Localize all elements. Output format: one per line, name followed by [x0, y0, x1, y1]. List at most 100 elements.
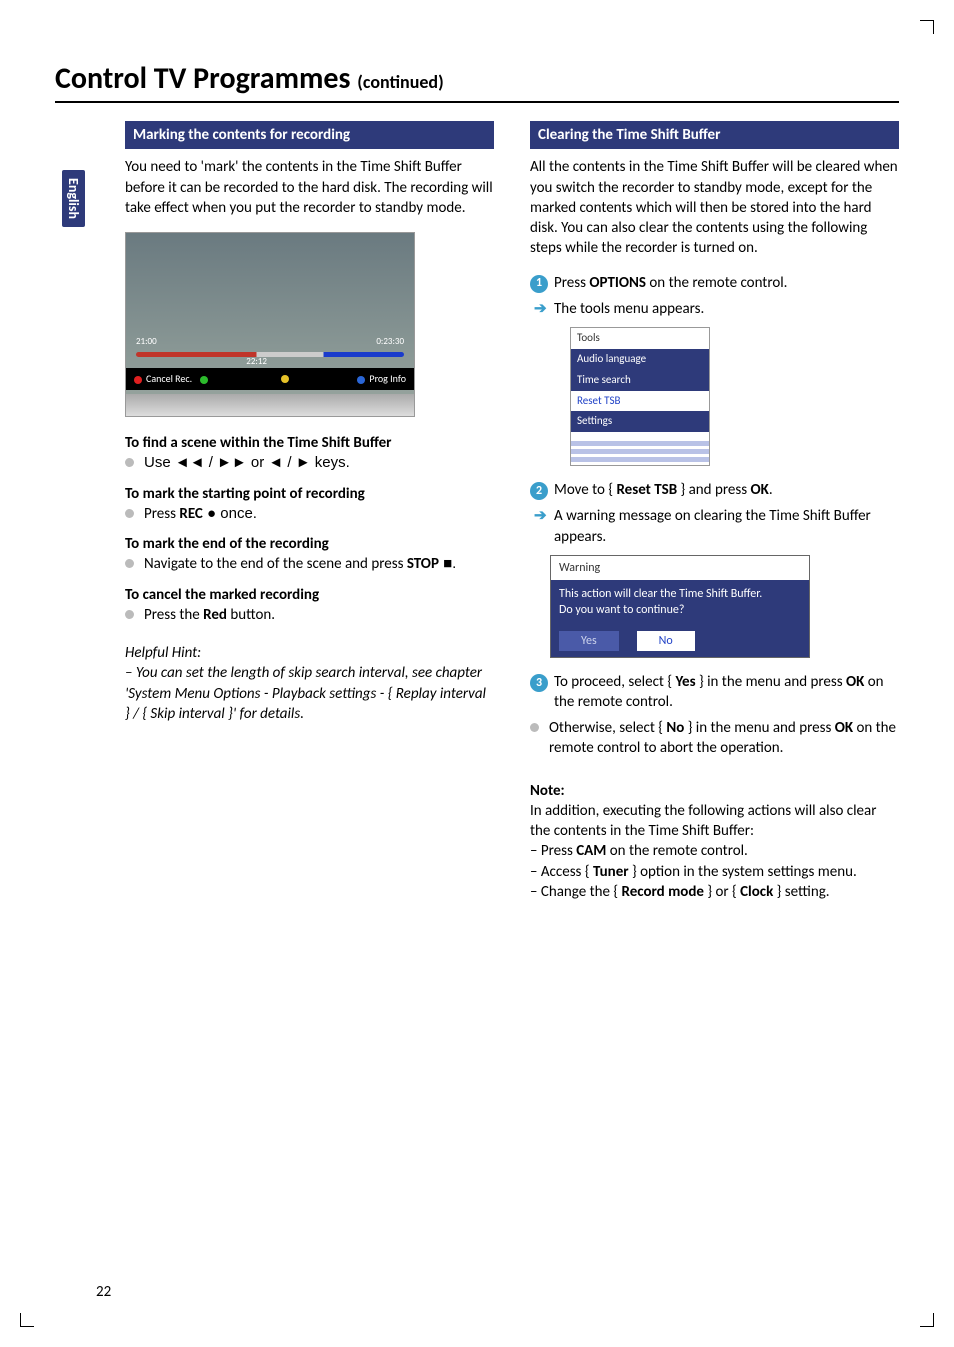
stop-button-label: STOP	[407, 555, 439, 573]
cancel-pre: Press the	[144, 606, 203, 624]
warning-line1: This action will clear the Time Shift Bu…	[559, 586, 801, 602]
ok-button-label-2: OK	[846, 673, 864, 691]
red-dot-icon	[134, 376, 142, 384]
find-scene-text: Use ◄◄ / ►► or ◄ / ► keys.	[144, 453, 350, 473]
mark-end-bullet: Navigate to the end of the scene and pre…	[125, 554, 494, 574]
note1-post: on the remote control.	[606, 842, 747, 860]
ok-button-label: OK	[750, 481, 768, 499]
step2-pre: Move to {	[554, 481, 616, 499]
warning-title: Warning	[551, 556, 809, 580]
page: Control TV Programmes (continued) Englis…	[0, 0, 954, 1347]
bullet-icon	[125, 458, 134, 467]
note1-pre: – Press	[530, 842, 576, 860]
tools-menu: Tools Audio language Time search Reset T…	[570, 327, 710, 466]
blue-dot-icon	[357, 376, 365, 384]
step-badge-3: 3	[530, 674, 548, 692]
warning-body: This action will clear the Time Shift Bu…	[551, 580, 809, 624]
step3-pre: To proceed, select {	[554, 673, 675, 691]
mark-start-heading: To mark the starting point of recording	[125, 484, 494, 504]
step-badge-2: 2	[530, 482, 548, 500]
left-intro: You need to 'mark' the contents in the T…	[125, 157, 494, 218]
bar-right-text: Prog Info	[369, 372, 406, 385]
columns: Marking the contents for recording You n…	[125, 121, 899, 902]
note2-post: } option in the system settings menu.	[629, 863, 857, 881]
step2-post: .	[769, 481, 773, 499]
ok-button-label-3: OK	[835, 719, 853, 737]
step-2-text: Move to { Reset TSB } and press OK.	[554, 480, 773, 500]
tools-item-timesearch: Time search	[571, 370, 709, 391]
hint-label: Helpful Hint:	[125, 643, 494, 663]
green-dot-icon	[200, 376, 208, 384]
tools-item-audio: Audio language	[571, 349, 709, 370]
hint-body: – You can set the length of skip search …	[125, 663, 494, 724]
cancel-text: Press the Red button.	[144, 605, 275, 625]
note-line-1: – Press CAM on the remote control.	[530, 841, 899, 861]
note3-pre: – Change the {	[530, 883, 621, 901]
bar-left-text: Cancel Rec.	[146, 372, 192, 385]
reset-tsb-option: Reset TSB	[616, 481, 677, 499]
mark-start-bullet: Press REC ● once.	[125, 504, 494, 524]
mark-start-text: Press REC ● once.	[144, 504, 257, 524]
left-column: Marking the contents for recording You n…	[125, 121, 494, 902]
tools-title: Tools	[571, 328, 709, 349]
timeline-track	[136, 352, 404, 357]
language-tab: English	[62, 170, 85, 227]
bullet-icon	[125, 559, 134, 568]
options-button-label: OPTIONS	[589, 274, 646, 292]
bullet-icon	[125, 610, 134, 619]
yellow-dot-icon	[281, 375, 289, 383]
note-label: Note:	[530, 781, 899, 801]
timeline-right-label: 0:23:30	[376, 336, 404, 348]
tv-screenshot: 21:00 0:23:30 22:12 Cancel Rec. Prog Inf…	[125, 232, 415, 417]
note2-pre: – Access {	[530, 863, 593, 881]
step-2: 2 Move to { Reset TSB } and press OK.	[530, 480, 899, 500]
note-line-2: – Access { Tuner } option in the system …	[530, 862, 899, 882]
step-1-result: The tools menu appears.	[530, 299, 899, 319]
crop-mark-br	[920, 1313, 934, 1327]
crop-mark-bl	[20, 1313, 34, 1327]
warning-yes-button[interactable]: Yes	[559, 631, 619, 651]
timeline-center-label: 22:12	[246, 356, 267, 368]
note-label-text: Note:	[530, 782, 565, 800]
step-2-result: A warning message on clearing the Time S…	[530, 506, 899, 547]
screenshot-bottom-bar: Cancel Rec. Prog Info	[126, 368, 414, 390]
yes-option: Yes	[675, 673, 695, 691]
warning-buttons: Yes No	[551, 625, 809, 657]
warning-no-button[interactable]: No	[637, 631, 695, 651]
find-scene-bullet: Use ◄◄ / ►► or ◄ / ► keys.	[125, 453, 494, 473]
page-title: Control TV Programmes (continued)	[55, 60, 899, 103]
clock-option: Clock	[740, 883, 773, 901]
tools-item-settings: Settings	[571, 411, 709, 432]
red-button-label: Red	[203, 606, 227, 624]
note-intro: In addition, executing the following act…	[530, 801, 899, 842]
mark-start-post: ● once.	[203, 505, 257, 522]
right-section-header: Clearing the Time Shift Buffer	[530, 121, 899, 149]
mark-end-text: Navigate to the end of the scene and pre…	[144, 554, 456, 574]
crop-mark-tr	[920, 20, 934, 34]
rec-button-label: REC	[179, 505, 202, 523]
screenshot-glare	[126, 394, 414, 416]
cancel-bullet: Press the Red button.	[125, 605, 494, 625]
timeline: 21:00 0:23:30 22:12	[136, 346, 404, 364]
note3-post: } setting.	[773, 883, 829, 901]
tools-item-resettsb: Reset TSB	[571, 391, 709, 412]
right-column: Clearing the Time Shift Buffer All the c…	[530, 121, 899, 902]
title-main: Control TV Programmes	[55, 60, 357, 97]
tools-empty-bars	[571, 441, 709, 462]
otherwise-bullet: Otherwise, select { No } in the menu and…	[530, 718, 899, 759]
page-number: 22	[96, 1283, 111, 1301]
step-3-text: To proceed, select { Yes } in the menu a…	[554, 672, 899, 713]
step-1-text: Press OPTIONS on the remote control.	[554, 273, 787, 293]
step1-post: on the remote control.	[646, 274, 787, 292]
find-scene-heading: To find a scene within the Time Shift Bu…	[125, 433, 494, 453]
note3-mid: } or {	[704, 883, 740, 901]
bar-left-group: Cancel Rec.	[134, 372, 212, 386]
cam-button-label: CAM	[576, 842, 606, 860]
record-mode-option: Record mode	[621, 883, 704, 901]
tuner-option: Tuner	[593, 863, 629, 881]
step-1: 1 Press OPTIONS on the remote control.	[530, 273, 899, 293]
mark-end-pre: Navigate to the end of the scene and pre…	[144, 555, 407, 573]
left-section-header: Marking the contents for recording	[125, 121, 494, 149]
warning-line2: Do you want to continue?	[559, 602, 801, 618]
mark-end-heading: To mark the end of the recording	[125, 534, 494, 554]
